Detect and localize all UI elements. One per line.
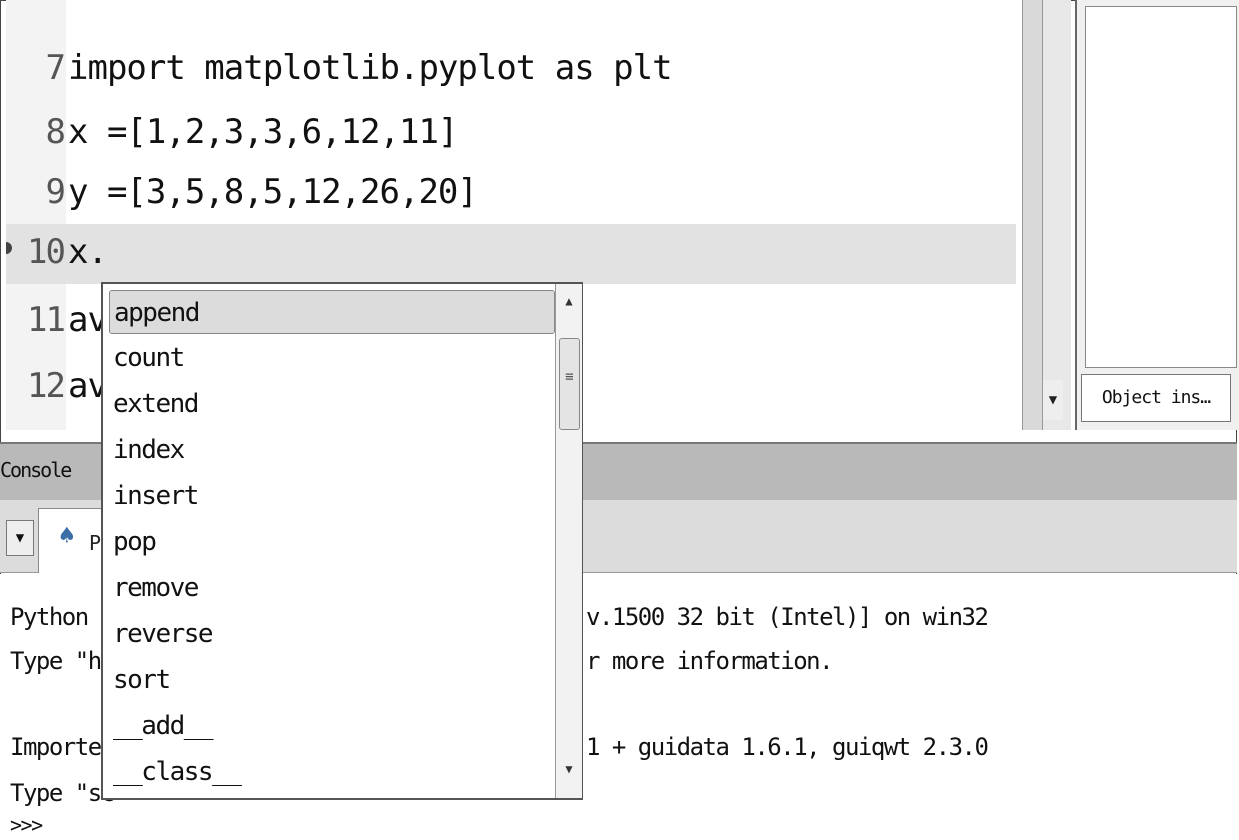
grip-icon: ≡ xyxy=(565,369,574,385)
completion-item[interactable]: remove xyxy=(109,566,555,610)
current-code-line[interactable]: 10 x. xyxy=(6,224,1016,284)
autocomplete-popup[interactable]: append count extend index insert pop rem… xyxy=(101,282,583,800)
console-line: Type "sc xyxy=(10,779,115,807)
completion-item[interactable]: count xyxy=(109,336,555,380)
line-number: 12 xyxy=(27,366,66,406)
editor-scrollbar[interactable] xyxy=(1022,0,1042,430)
object-inspector-content xyxy=(1085,6,1237,368)
console-prompt[interactable]: >>> xyxy=(10,810,43,840)
code-line-partial xyxy=(6,0,1016,24)
completion-item[interactable]: index xyxy=(109,428,555,472)
code-line[interactable]: 8 x =[1,2,3,3,6,12,11] xyxy=(6,108,1016,156)
completion-item[interactable]: append xyxy=(109,290,555,334)
scroll-down-icon[interactable]: ▼ xyxy=(556,762,582,782)
line-number: 9 xyxy=(45,172,66,212)
console-line: Type "he xyxy=(10,647,115,675)
console-line: v.1500 32 bit (Intel)] on win32 xyxy=(586,603,989,631)
completion-item[interactable]: reverse xyxy=(109,612,555,656)
editor-side-strip: ▼ xyxy=(1042,0,1071,430)
completion-item[interactable]: sort xyxy=(109,658,555,702)
code-line[interactable]: 9 y =[3,5,8,5,12,26,20] xyxy=(6,168,1016,216)
scrollbar-thumb[interactable]: ≡ xyxy=(559,338,580,430)
line-code[interactable]: x =[1,2,3,3,6,12,11] xyxy=(68,108,458,156)
line-code[interactable]: x. xyxy=(68,228,108,276)
tab-object-inspector[interactable]: Object ins… xyxy=(1081,374,1231,422)
console-line: r more information. xyxy=(586,647,834,675)
line-number: 7 xyxy=(45,48,66,88)
completion-item[interactable]: extend xyxy=(109,382,555,426)
line-code[interactable]: y =[3,5,8,5,12,26,20] xyxy=(68,168,478,216)
console-line: Imported xyxy=(10,733,115,761)
scroll-up-icon[interactable]: ▲ xyxy=(556,294,582,314)
completion-item[interactable]: insert xyxy=(109,474,555,518)
object-inspector-pane: Object ins… xyxy=(1075,0,1239,430)
completion-item[interactable]: __class__ xyxy=(109,750,555,794)
line-number: 10 xyxy=(27,232,66,272)
completion-item[interactable]: __add__ xyxy=(109,704,555,748)
console-menu-button[interactable]: ▼ xyxy=(6,520,34,556)
completion-item[interactable]: pop xyxy=(109,520,555,564)
menu-dropdown-icon: ▼ xyxy=(15,530,25,546)
scroll-down-icon[interactable]: ▼ xyxy=(1043,380,1063,420)
console-line: 1 + guidata 1.6.1, guiqwt 2.3.0 xyxy=(586,733,989,761)
python-icon: ♠ xyxy=(59,521,75,551)
console-title: Console xyxy=(0,458,72,482)
line-number: 11 xyxy=(27,300,66,340)
completion-scrollbar[interactable]: ▲ ≡ ▼ xyxy=(555,284,582,798)
line-code[interactable]: import matplotlib.pyplot as plt xyxy=(68,44,673,92)
code-line[interactable]: 7 import matplotlib.pyplot as plt xyxy=(6,44,1016,92)
tab-python-console[interactable]: ♠ Py xyxy=(38,508,113,573)
line-number: 8 xyxy=(45,112,66,152)
